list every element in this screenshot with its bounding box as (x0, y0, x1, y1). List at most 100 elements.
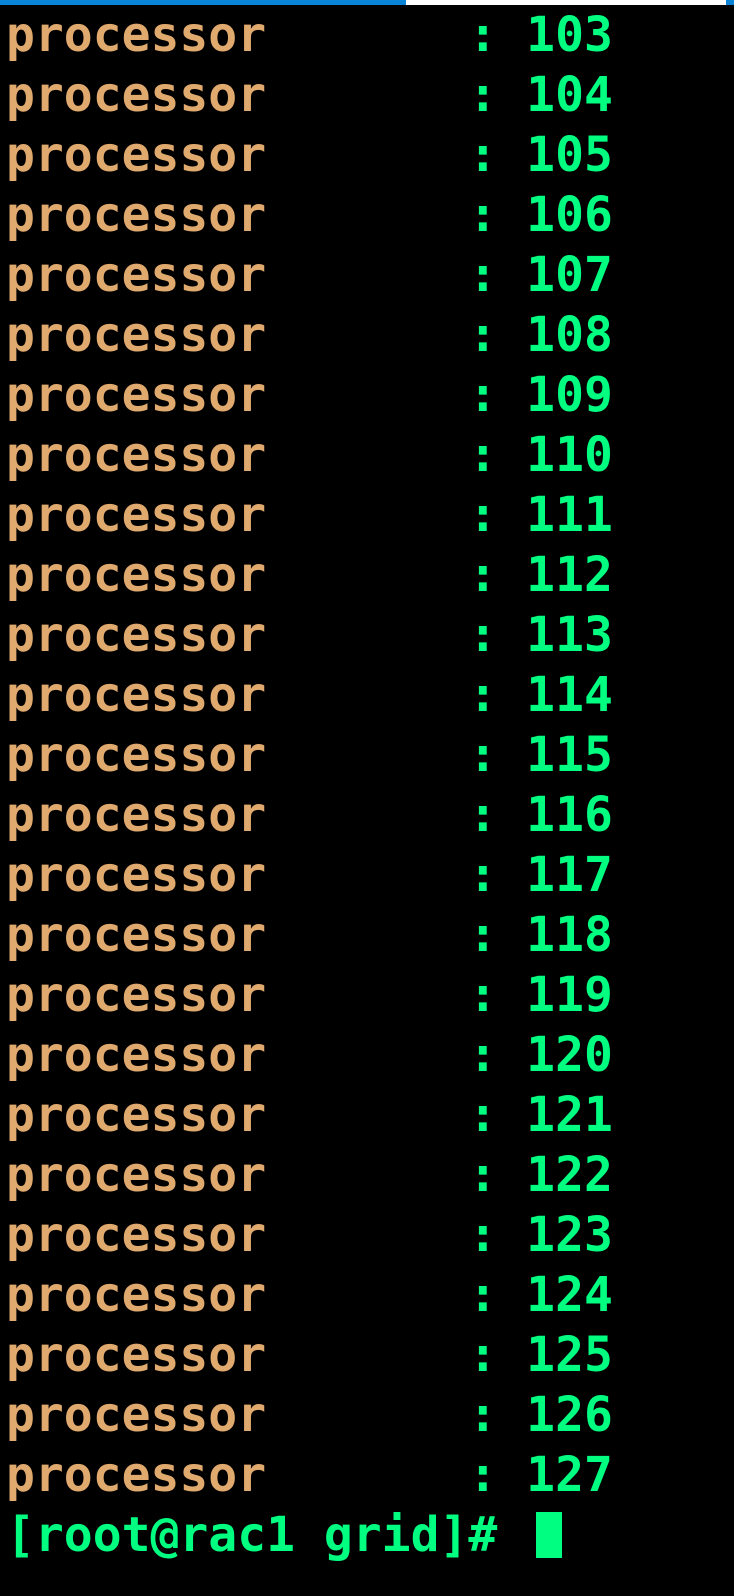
shell-prompt[interactable]: [root@rac1 grid]# (6, 1505, 728, 1565)
processor-row: processor : 120 (6, 1025, 728, 1085)
processor-label: processor (6, 427, 468, 483)
processor-row: processor : 125 (6, 1325, 728, 1385)
processor-row: processor : 112 (6, 545, 728, 605)
processor-value: 107 (526, 247, 613, 303)
processor-value: 103 (526, 7, 613, 63)
separator-colon: : (468, 1327, 526, 1383)
separator-colon: : (468, 427, 526, 483)
separator-colon: : (468, 967, 526, 1023)
separator-colon: : (468, 187, 526, 243)
processor-label: processor (6, 787, 468, 843)
processor-value: 122 (526, 1147, 613, 1203)
processor-row: processor : 104 (6, 65, 728, 125)
separator-colon: : (468, 727, 526, 783)
processor-row: processor : 106 (6, 185, 728, 245)
processor-row: processor : 107 (6, 245, 728, 305)
separator-colon: : (468, 67, 526, 123)
separator-colon: : (468, 607, 526, 663)
separator-colon: : (468, 1267, 526, 1323)
processor-row: processor : 126 (6, 1385, 728, 1445)
processor-row: processor : 114 (6, 665, 728, 725)
processor-label: processor (6, 967, 468, 1023)
processor-label: processor (6, 7, 468, 63)
processor-label: processor (6, 607, 468, 663)
processor-label: processor (6, 127, 468, 183)
processor-value: 112 (526, 547, 613, 603)
terminal-output[interactable]: processor : 103processor : 104processor … (0, 5, 734, 1565)
processor-label: processor (6, 547, 468, 603)
processor-value: 124 (526, 1267, 613, 1323)
separator-colon: : (468, 547, 526, 603)
processor-value: 123 (526, 1207, 613, 1263)
processor-value: 125 (526, 1327, 613, 1383)
processor-label: processor (6, 667, 468, 723)
processor-label: processor (6, 1027, 468, 1083)
processor-row: processor : 127 (6, 1445, 728, 1505)
processor-label: processor (6, 367, 468, 423)
separator-colon: : (468, 307, 526, 363)
processor-row: processor : 116 (6, 785, 728, 845)
separator-colon: : (468, 367, 526, 423)
shell-prompt-text: [root@rac1 grid]# (6, 1505, 526, 1565)
processor-row: processor : 105 (6, 125, 728, 185)
processor-label: processor (6, 1387, 468, 1443)
processor-value: 113 (526, 607, 613, 663)
processor-row: processor : 123 (6, 1205, 728, 1265)
separator-colon: : (468, 1387, 526, 1443)
processor-value: 120 (526, 1027, 613, 1083)
separator-colon: : (468, 787, 526, 843)
processor-label: processor (6, 1147, 468, 1203)
window-titlebar-strip (0, 0, 734, 5)
processor-row: processor : 108 (6, 305, 728, 365)
processor-label: processor (6, 1447, 468, 1503)
separator-colon: : (468, 1027, 526, 1083)
processor-label: processor (6, 247, 468, 303)
processor-row: processor : 117 (6, 845, 728, 905)
processor-label: processor (6, 1327, 468, 1383)
processor-label: processor (6, 847, 468, 903)
processor-label: processor (6, 1087, 468, 1143)
separator-colon: : (468, 667, 526, 723)
processor-value: 105 (526, 127, 613, 183)
separator-colon: : (468, 127, 526, 183)
processor-row: processor : 124 (6, 1265, 728, 1325)
separator-colon: : (468, 1087, 526, 1143)
processor-value: 108 (526, 307, 613, 363)
processor-value: 118 (526, 907, 613, 963)
processor-label: processor (6, 307, 468, 363)
processor-value: 111 (526, 487, 613, 543)
separator-colon: : (468, 7, 526, 63)
processor-row: processor : 111 (6, 485, 728, 545)
processor-row: processor : 119 (6, 965, 728, 1025)
processor-row: processor : 115 (6, 725, 728, 785)
separator-colon: : (468, 1147, 526, 1203)
separator-colon: : (468, 907, 526, 963)
processor-value: 109 (526, 367, 613, 423)
processor-row: processor : 103 (6, 5, 728, 65)
processor-value: 104 (526, 67, 613, 123)
processor-value: 110 (526, 427, 613, 483)
separator-colon: : (468, 1207, 526, 1263)
processor-label: processor (6, 727, 468, 783)
processor-value: 127 (526, 1447, 613, 1503)
separator-colon: : (468, 847, 526, 903)
processor-value: 119 (526, 967, 613, 1023)
processor-label: processor (6, 1207, 468, 1263)
processor-value: 115 (526, 727, 613, 783)
processor-row: processor : 122 (6, 1145, 728, 1205)
processor-label: processor (6, 187, 468, 243)
separator-colon: : (468, 487, 526, 543)
processor-row: processor : 113 (6, 605, 728, 665)
processor-label: processor (6, 907, 468, 963)
processor-label: processor (6, 487, 468, 543)
processor-value: 106 (526, 187, 613, 243)
processor-label: processor (6, 67, 468, 123)
processor-row: processor : 118 (6, 905, 728, 965)
processor-value: 114 (526, 667, 613, 723)
processor-row: processor : 121 (6, 1085, 728, 1145)
terminal-cursor-icon (536, 1512, 562, 1558)
separator-colon: : (468, 1447, 526, 1503)
processor-value: 121 (526, 1087, 613, 1143)
processor-label: processor (6, 1267, 468, 1323)
processor-value: 126 (526, 1387, 613, 1443)
